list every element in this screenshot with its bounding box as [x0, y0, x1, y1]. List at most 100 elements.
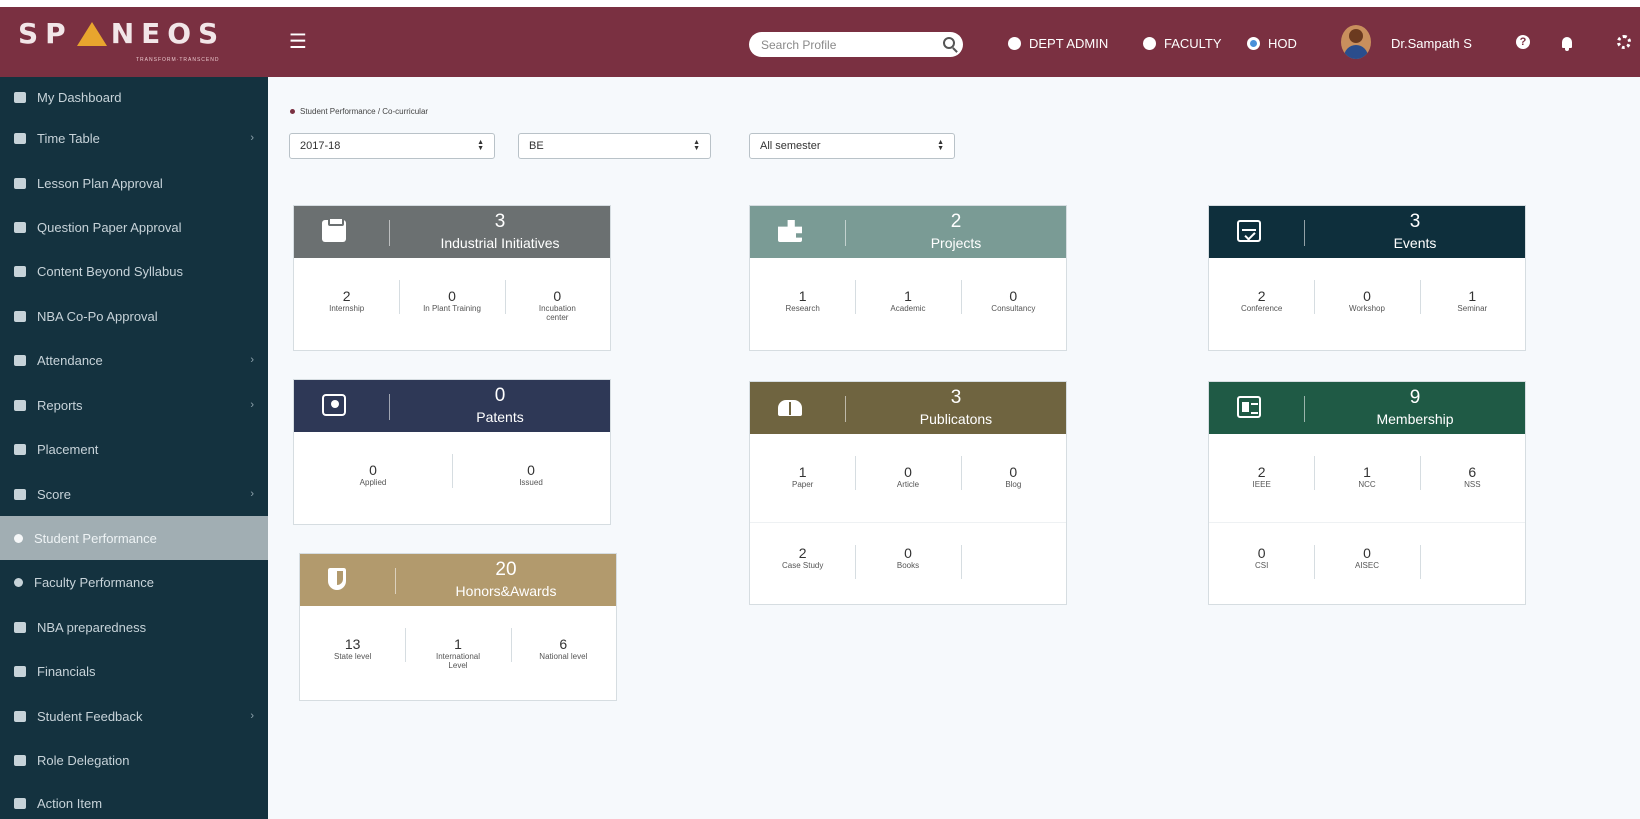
stat-value: 0	[1363, 545, 1371, 561]
stat-value: 0	[904, 464, 912, 480]
spaneos-logo[interactable]: SP NEOS TRANSFORM·TRANSCEND	[18, 17, 268, 69]
stat-workshop[interactable]: 0 Workshop	[1314, 258, 1419, 340]
stat-issued[interactable]: 0 Issued	[452, 432, 610, 514]
stat-label: Internship	[329, 304, 365, 313]
card-title: Patents	[476, 409, 524, 425]
card-honors-awards[interactable]: 20 Honors&Awards 13 State level 1 Intern…	[299, 553, 617, 701]
user-name[interactable]: Dr.Sampath S	[1391, 36, 1472, 51]
sidebar-item-my-dashboard[interactable]: My Dashboard	[0, 77, 268, 117]
stat-value: 2	[798, 545, 807, 561]
role-hod[interactable]: HOD	[1247, 36, 1297, 51]
sidebar-item-label: NBA Co-Po Approval	[37, 308, 158, 324]
gear-icon[interactable]	[1617, 35, 1631, 49]
year-select[interactable]: 2017-18 ▲ ▼	[289, 133, 495, 159]
logo-tagline: TRANSFORM·TRANSCEND	[136, 57, 220, 63]
search-icon[interactable]	[943, 37, 955, 49]
stat-empty	[960, 523, 1066, 602]
chevron-right-icon: ›	[250, 488, 254, 500]
search-profile-input[interactable]	[749, 32, 919, 57]
card-membership[interactable]: 9 Membership 2 IEEE 1 NCC 6 NSS 0 CSI 0 …	[1208, 381, 1526, 605]
sidebar-item-question-paper-approval[interactable]: Question Paper Approval	[0, 207, 268, 247]
main-content: Student Performance / Co-curricular 2017…	[268, 77, 1640, 819]
stat-label: NCC	[1358, 480, 1376, 489]
hamburger-menu-icon[interactable]: ☰	[289, 29, 307, 54]
breadcrumb-text[interactable]: Student Performance / Co-curricular	[300, 107, 428, 116]
sidebar-item-financials[interactable]: Financials	[0, 651, 268, 691]
help-icon[interactable]: ?	[1516, 35, 1530, 49]
stat-national-level[interactable]: 6 National level	[510, 606, 616, 688]
stat-csi[interactable]: 0 CSI	[1209, 523, 1314, 602]
sidebar-item-lesson-plan-approval[interactable]: Lesson Plan Approval	[0, 163, 268, 203]
sidebar-item-role-delegation[interactable]: Role Delegation	[0, 740, 268, 780]
stat-row: 1 Paper 0 Article 0 Blog	[750, 434, 1066, 522]
card-header: 3 Events	[1209, 206, 1525, 258]
semester-select[interactable]: All semester ▲ ▼	[749, 133, 955, 159]
sidebar-item-content-beyond-syllabus[interactable]: Content Beyond Syllabus	[0, 251, 268, 291]
stat-seminar[interactable]: 1 Seminar	[1419, 258, 1525, 340]
card-events[interactable]: 3 Events 2 Conference 0 Workshop 1 Semin…	[1208, 205, 1526, 351]
year-select-value: 2017-18	[300, 140, 341, 152]
file-icon	[14, 221, 26, 233]
user-avatar[interactable]	[1341, 25, 1371, 59]
stat-incubation-center[interactable]: 0 Incubation center	[504, 258, 610, 340]
card-industrial-initiatives[interactable]: 3 Industrial Initiatives 2 Internship 0 …	[293, 205, 611, 351]
top-header: SP NEOS TRANSFORM·TRANSCEND ☰ DEPT ADMIN…	[0, 7, 1640, 77]
role-dept-admin[interactable]: DEPT ADMIN	[1008, 36, 1108, 51]
stat-ncc[interactable]: 1 NCC	[1314, 434, 1419, 522]
bell-icon[interactable]	[1562, 37, 1572, 51]
stat-value: 1	[798, 288, 807, 304]
role-radio-faculty[interactable]	[1143, 37, 1156, 50]
stat-in-plant-training[interactable]: 0 In Plant Training	[399, 258, 504, 340]
stat-empty	[1419, 523, 1525, 602]
stat-academic[interactable]: 1 Academic	[855, 258, 960, 340]
card-count: 2	[950, 211, 962, 232]
book-icon	[778, 400, 802, 416]
card-projects[interactable]: 2 Projects 1 Research 1 Academic 0 Consu…	[749, 205, 1067, 351]
sidebar-item-student-feedback[interactable]: Student Feedback ›	[0, 696, 268, 736]
sidebar-item-nba-preparedness[interactable]: NBA preparedness	[0, 607, 268, 647]
clipboard-icon	[322, 217, 346, 242]
sidebar-item-label: Question Paper Approval	[37, 219, 182, 235]
stat-conference[interactable]: 2 Conference	[1209, 258, 1314, 340]
sidebar-item-time-table[interactable]: Time Table ›	[0, 118, 268, 158]
stat-label: Incubation center	[538, 304, 576, 322]
sidebar-item-attendance[interactable]: Attendance ›	[0, 340, 268, 380]
stat-research[interactable]: 1 Research	[750, 258, 855, 340]
stat-consultancy[interactable]: 0 Consultancy	[960, 258, 1066, 340]
sidebar-item-label: Student Performance	[34, 530, 157, 546]
sidebar-item-nba-co-po-approval[interactable]: NBA Co-Po Approval	[0, 296, 268, 336]
sidebar-item-student-performance[interactable]: Student Performance	[0, 516, 268, 560]
stat-ieee[interactable]: 2 IEEE	[1209, 434, 1314, 522]
arrows-icon	[14, 797, 26, 809]
sidebar-item-reports[interactable]: Reports ›	[0, 385, 268, 425]
card-patents[interactable]: 0 Patents 0 Applied 0 Issued	[293, 379, 611, 525]
dashboard-icon	[14, 91, 26, 103]
role-radio-dept-admin[interactable]	[1008, 37, 1021, 50]
role-faculty[interactable]: FACULTY	[1143, 36, 1222, 51]
program-select[interactable]: BE ▲ ▼	[518, 133, 711, 159]
stat-case-study[interactable]: 2 Case Study	[750, 523, 855, 602]
stat-label: Research	[785, 304, 820, 313]
stat-aisec[interactable]: 0 AISEC	[1314, 523, 1419, 602]
stat-applied[interactable]: 0 Applied	[294, 432, 452, 514]
stat-nss[interactable]: 6 NSS	[1419, 434, 1525, 522]
program-select-value: BE	[529, 140, 544, 152]
stat-state-level[interactable]: 13 State level	[300, 606, 405, 688]
role-radio-hod[interactable]	[1247, 37, 1260, 50]
sidebar-item-action-item[interactable]: Action Item	[0, 783, 268, 819]
card-publications[interactable]: 3 Publicatons 1 Paper 0 Article 0 Blog 2…	[749, 381, 1067, 605]
sidebar-item-score[interactable]: Score ›	[0, 474, 268, 514]
stat-blog[interactable]: 0 Blog	[960, 434, 1066, 522]
stat-books[interactable]: 0 Books	[855, 523, 960, 602]
stat-international-level[interactable]: 1 International Level	[405, 606, 510, 688]
table-icon	[14, 177, 26, 189]
chevron-right-icon: ›	[250, 710, 254, 722]
sidebar-item-faculty-performance[interactable]: Faculty Performance	[0, 562, 268, 602]
stat-internship[interactable]: 2 Internship	[294, 258, 399, 340]
sidebar-item-placement[interactable]: Placement	[0, 429, 268, 469]
stat-paper[interactable]: 1 Paper	[750, 434, 855, 522]
stat-label: Academic	[890, 304, 926, 313]
sitemap-icon	[14, 488, 26, 500]
stat-label: National level	[539, 652, 588, 661]
stat-article[interactable]: 0 Article	[855, 434, 960, 522]
